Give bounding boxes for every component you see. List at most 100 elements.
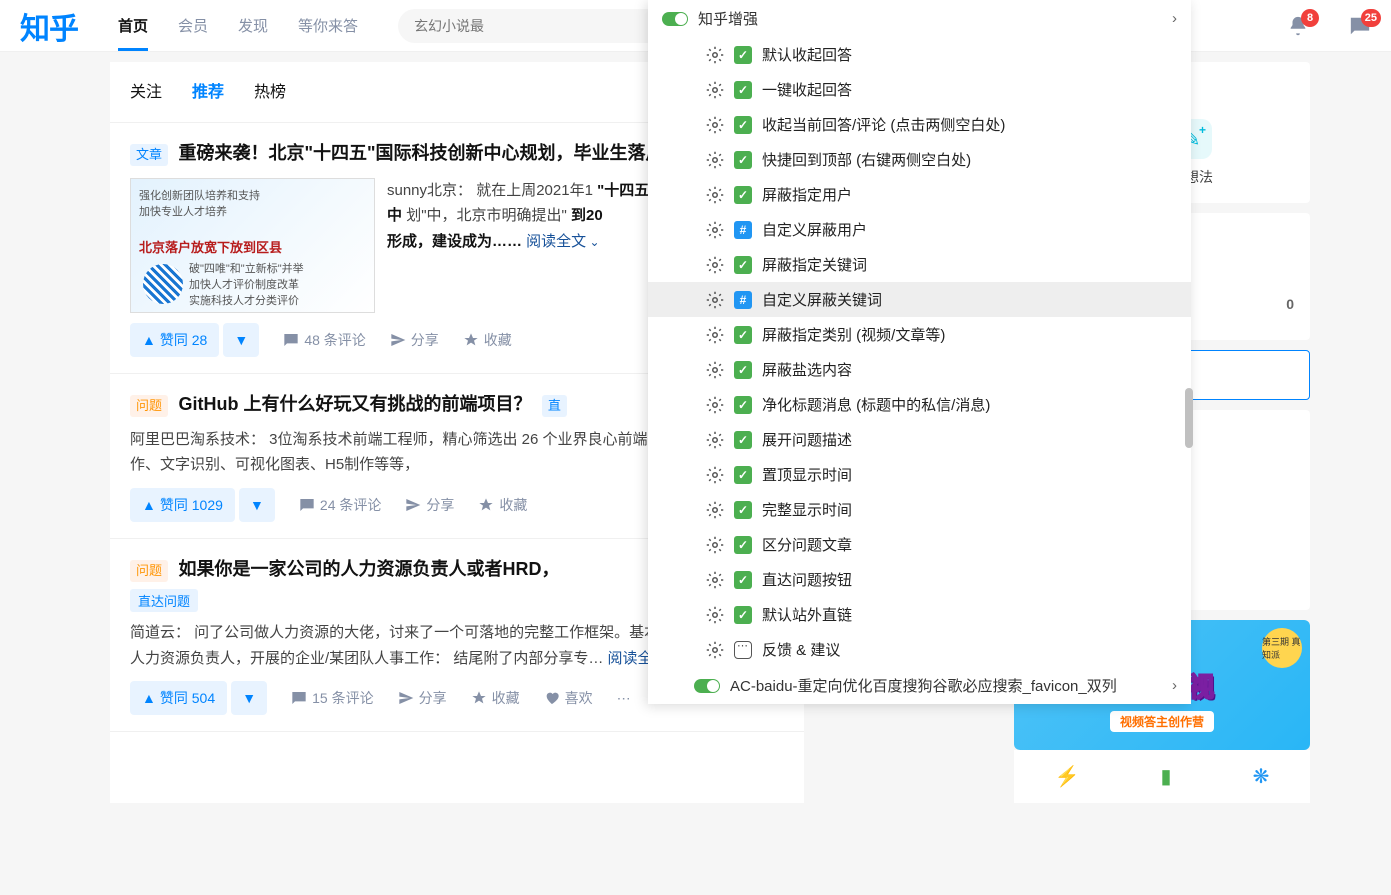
- upvote-button[interactable]: ▲ 赞同 28: [130, 323, 219, 357]
- checkbox-checked-icon[interactable]: ✓: [734, 501, 752, 519]
- gear-icon[interactable]: [706, 291, 724, 309]
- share-button[interactable]: 分享: [390, 330, 439, 350]
- direct-question-button[interactable]: 直达问题: [130, 589, 198, 612]
- checkbox-checked-icon[interactable]: ✓: [734, 431, 752, 449]
- checkbox-checked-icon[interactable]: ✓: [734, 81, 752, 99]
- checkbox-checked-icon[interactable]: ✓: [734, 361, 752, 379]
- popup-option[interactable]: ✓屏蔽指定关键词: [648, 247, 1191, 282]
- comments-button[interactable]: 48 条评论: [283, 330, 365, 350]
- nav-tab-answer[interactable]: 等你来答: [298, 0, 358, 51]
- upvote-button[interactable]: ▲ 赞同 1029: [130, 488, 235, 522]
- gear-icon[interactable]: [706, 431, 724, 449]
- popup-option[interactable]: #自定义屏蔽关键词: [648, 282, 1191, 317]
- item-title[interactable]: GitHub 上有什么好玩又有挑战的前端项目？: [178, 394, 531, 414]
- checkbox-checked-icon[interactable]: ✓: [734, 571, 752, 589]
- checkbox-checked-icon[interactable]: ✓: [734, 46, 752, 64]
- gear-icon[interactable]: [706, 186, 724, 204]
- nav-tab-home[interactable]: 首页: [118, 0, 148, 51]
- popup-option[interactable]: ✓默认站外直链: [648, 597, 1191, 632]
- gear-icon[interactable]: [706, 256, 724, 274]
- gear-icon[interactable]: [706, 466, 724, 484]
- read-more-link[interactable]: 阅读全文: [526, 233, 599, 250]
- gear-icon[interactable]: [706, 151, 724, 169]
- notifications-button[interactable]: 8: [1287, 15, 1309, 37]
- hash-icon[interactable]: #: [734, 221, 752, 239]
- upvote-button[interactable]: ▲ 赞同 504: [130, 681, 227, 715]
- favorite-button[interactable]: 收藏: [471, 688, 520, 708]
- popup-option-label: 置顶显示时间: [762, 464, 852, 485]
- popup-option[interactable]: ✓直达问题按钮: [648, 562, 1191, 597]
- popup-option[interactable]: 反馈 & 建议: [648, 632, 1191, 667]
- popup-script-header[interactable]: 知乎增强 ›: [648, 0, 1191, 37]
- checkbox-checked-icon[interactable]: ✓: [734, 116, 752, 134]
- gear-icon[interactable]: [706, 221, 724, 239]
- hash-icon[interactable]: #: [734, 291, 752, 309]
- popup-option[interactable]: ✓一键收起回答: [648, 72, 1191, 107]
- like-button[interactable]: 喜欢: [544, 688, 593, 708]
- scrollbar-thumb[interactable]: [1185, 388, 1193, 448]
- popup-option[interactable]: ✓区分问题文章: [648, 527, 1191, 562]
- gear-icon[interactable]: [706, 606, 724, 624]
- nav-tab-vip[interactable]: 会员: [178, 0, 208, 51]
- checkbox-checked-icon[interactable]: ✓: [734, 396, 752, 414]
- popup-option[interactable]: ✓屏蔽盐选内容: [648, 352, 1191, 387]
- gear-icon[interactable]: [706, 641, 724, 659]
- checkbox-checked-icon[interactable]: ✓: [734, 326, 752, 344]
- gear-icon[interactable]: [706, 536, 724, 554]
- bolt-icon[interactable]: ⚡: [1055, 764, 1080, 789]
- heart-icon: [544, 690, 560, 706]
- messages-button[interactable]: 25: [1349, 15, 1371, 37]
- favorite-button[interactable]: 收藏: [478, 495, 527, 515]
- popup-option[interactable]: ✓屏蔽指定类别 (视频/文章等): [648, 317, 1191, 352]
- nav-tabs: 首页 会员 发现 等你来答: [118, 0, 358, 51]
- gear-icon[interactable]: [706, 46, 724, 64]
- popup-option[interactable]: #自定义屏蔽用户: [648, 212, 1191, 247]
- checkbox-checked-icon[interactable]: ✓: [734, 536, 752, 554]
- popup-option[interactable]: ✓完整显示时间: [648, 492, 1191, 527]
- gear-icon[interactable]: [706, 116, 724, 134]
- feed-tab-recommend[interactable]: 推荐: [192, 78, 224, 106]
- checkbox-checked-icon[interactable]: ✓: [734, 186, 752, 204]
- checkbox-checked-icon[interactable]: ✓: [734, 256, 752, 274]
- logo[interactable]: 知乎: [20, 4, 78, 48]
- popup-option[interactable]: ✓展开问题描述: [648, 422, 1191, 457]
- downvote-button[interactable]: ▼: [223, 323, 259, 357]
- toggle-on-icon[interactable]: [662, 12, 688, 26]
- downvote-button[interactable]: ▼: [231, 681, 267, 715]
- gear-icon[interactable]: [706, 501, 724, 519]
- fan-icon[interactable]: ❋: [1253, 764, 1270, 789]
- favorite-button[interactable]: 收藏: [463, 330, 512, 350]
- gear-icon[interactable]: [706, 571, 724, 589]
- feed-tab-follow[interactable]: 关注: [130, 78, 162, 106]
- popup-option[interactable]: ✓ 置顶显示时间: [648, 457, 1191, 492]
- gear-icon[interactable]: [706, 326, 724, 344]
- feed-tab-hot[interactable]: 热榜: [254, 78, 286, 106]
- popup-option[interactable]: ✓收起当前回答/评论 (点击两侧空白处): [648, 107, 1191, 142]
- tag-direct[interactable]: 直: [542, 395, 567, 417]
- popup-option[interactable]: ✓快捷回到顶部 (右键两侧空白处): [648, 142, 1191, 177]
- more-button[interactable]: ⋯: [617, 690, 631, 707]
- nav-tab-discover[interactable]: 发现: [238, 0, 268, 51]
- popup-option[interactable]: ✓屏蔽指定用户: [648, 177, 1191, 212]
- vote-label: 赞同 504: [160, 688, 215, 708]
- checkbox-checked-icon[interactable]: ✓: [734, 606, 752, 624]
- popup-option[interactable]: ✓默认收起回答: [648, 37, 1191, 72]
- popup-option[interactable]: ✓净化标题消息 (标题中的私信/消息): [648, 387, 1191, 422]
- gear-icon[interactable]: [706, 396, 724, 414]
- downvote-button[interactable]: ▼: [239, 488, 275, 522]
- vote-group: ▲ 赞同 1029 ▼: [130, 488, 275, 522]
- comments-button[interactable]: 15 条评论: [291, 688, 373, 708]
- thumbnail[interactable]: 强化创新团队培养和支持 加快专业人才培养 北京落户放宽下放到区县 破"四唯"和"…: [130, 178, 375, 313]
- checkbox-checked-icon[interactable]: ✓: [734, 151, 752, 169]
- popup-script-footer[interactable]: AC-baidu-重定向优化百度搜狗谷歌必应搜索_favicon_双列 ›: [648, 667, 1191, 704]
- promo-badge: 第三期 真知派: [1262, 628, 1302, 668]
- gear-icon[interactable]: [706, 361, 724, 379]
- share-button[interactable]: 分享: [405, 495, 454, 515]
- toggle-on-icon[interactable]: [694, 679, 720, 693]
- checkbox-checked-icon[interactable]: ✓: [734, 466, 752, 484]
- share-button[interactable]: 分享: [398, 688, 447, 708]
- comments-button[interactable]: 24 条评论: [299, 495, 381, 515]
- item-title[interactable]: 如果你是一家公司的人力资源负责人或者HRD，: [178, 559, 559, 579]
- gear-icon[interactable]: [706, 81, 724, 99]
- book-icon[interactable]: ▮: [1161, 764, 1172, 789]
